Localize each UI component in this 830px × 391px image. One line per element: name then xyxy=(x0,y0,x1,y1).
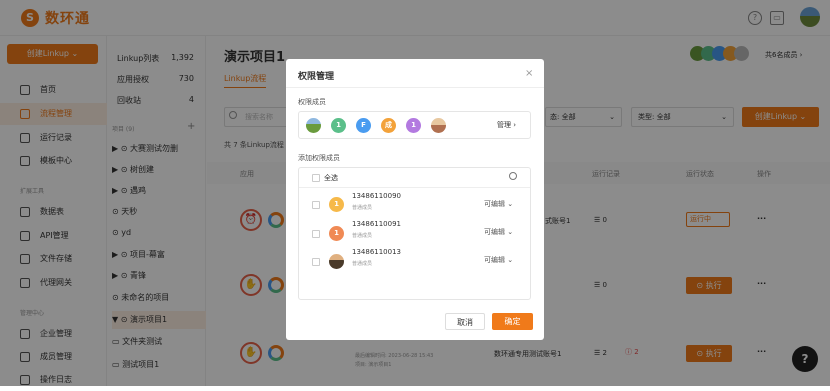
candidate-list: 全选 1 13486110090 普通成员 可编辑 ⌄ 1 1348611009… xyxy=(298,167,531,300)
avatar xyxy=(329,254,344,269)
avatar xyxy=(306,118,321,133)
member-phone: 13486110090 xyxy=(352,192,401,200)
avatar xyxy=(431,118,446,133)
divider xyxy=(286,87,544,88)
member-phone: 13486110091 xyxy=(352,220,401,228)
search-icon[interactable] xyxy=(509,172,517,180)
permission-select[interactable]: 可编辑 ⌄ xyxy=(484,255,513,265)
modal-title: 权限管理 xyxy=(298,72,335,82)
member-checkbox[interactable] xyxy=(312,201,320,209)
cancel-button[interactable]: 取消 xyxy=(445,313,485,330)
member-role: 普通成员 xyxy=(352,205,373,211)
avatar: 1 xyxy=(329,226,344,241)
member-role: 普通成员 xyxy=(352,261,373,267)
member-checkbox[interactable] xyxy=(312,258,320,266)
member-checkbox[interactable] xyxy=(312,230,320,238)
add-members-label: 添加权限成员 xyxy=(298,154,340,162)
avatar: 1 xyxy=(331,118,346,133)
confirm-button[interactable]: 确定 xyxy=(492,313,533,330)
member-phone: 13486110013 xyxy=(352,248,401,256)
manage-link[interactable]: 管理 › xyxy=(497,120,516,130)
close-icon[interactable]: × xyxy=(525,68,533,79)
select-all-label: 全选 xyxy=(324,174,338,182)
avatar: F xyxy=(356,118,371,133)
members-label: 权限成员 xyxy=(298,98,326,106)
avatar: 成 xyxy=(381,118,396,133)
member-role: 普通成员 xyxy=(352,233,373,239)
permission-select[interactable]: 可编辑 ⌄ xyxy=(484,227,513,237)
select-all-checkbox[interactable] xyxy=(312,174,320,182)
member-box: 1 F 成 1 管理 › xyxy=(298,111,531,139)
avatar: 1 xyxy=(406,118,421,133)
permission-select[interactable]: 可编辑 ⌄ xyxy=(484,199,513,209)
permission-modal: 权限管理 × 权限成员 1 F 成 1 管理 › 添加权限成员 全选 1 134… xyxy=(286,59,544,340)
avatar: 1 xyxy=(329,197,344,212)
